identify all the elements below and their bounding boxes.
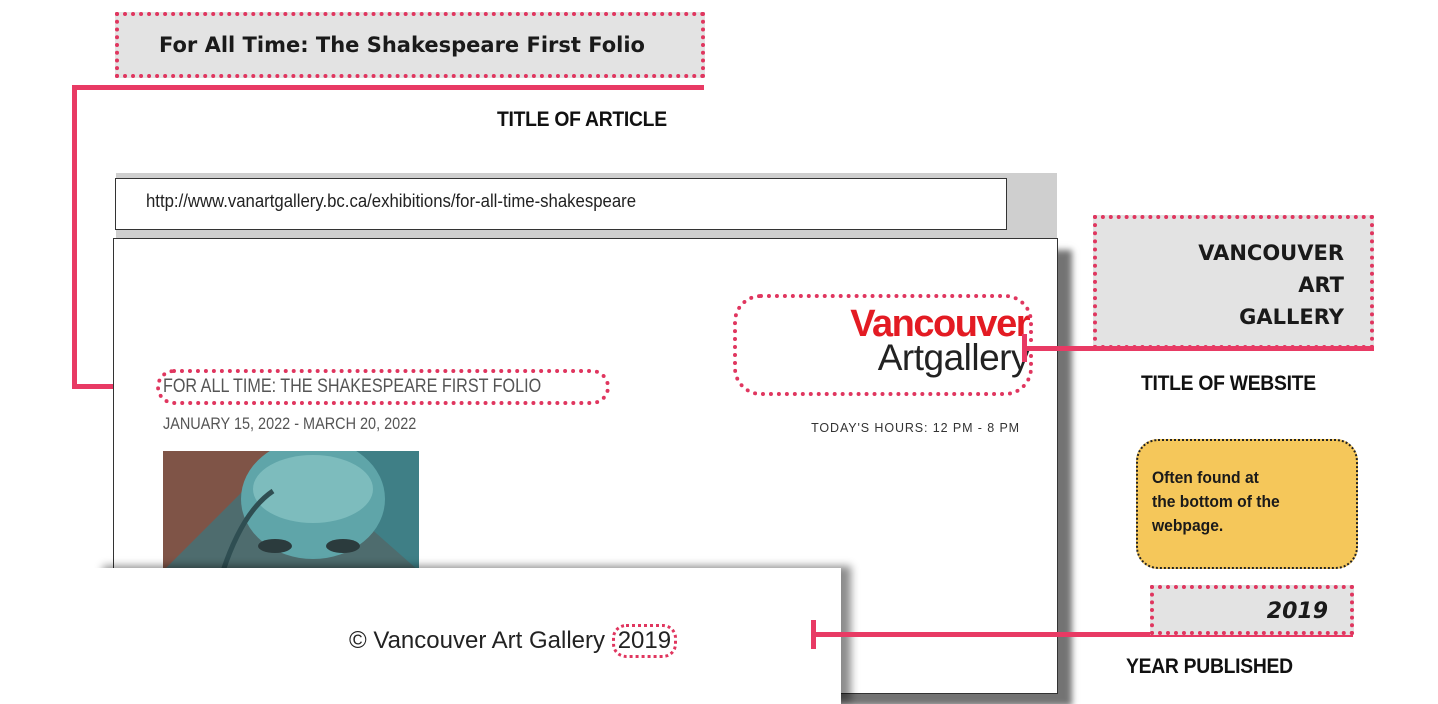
footer-year: 2019 (611, 624, 678, 658)
website-callout-line-2: ART (1298, 273, 1344, 297)
address-bar-url: http://www.vanartgallery.bc.ca/exhibitio… (146, 191, 637, 211)
webpage-footer: © Vancouver Art Gallery 2019 (93, 568, 841, 704)
website-connector-line (1022, 346, 1374, 351)
article-connector-top (72, 85, 704, 90)
note-text: Often found at the bottom of the webpage… (1152, 468, 1280, 535)
note-bubble: Often found at the bottom of the webpage… (1136, 439, 1358, 569)
article-title-highlight (156, 369, 610, 405)
year-callout-text: 2019 (1266, 599, 1328, 624)
shakespeare-portrait-image (163, 451, 419, 571)
address-bar[interactable]: http://www.vanartgallery.bc.ca/exhibitio… (115, 178, 1007, 230)
article-title-callout-text: For All Time: The Shakespeare First Foli… (159, 33, 645, 57)
website-title-callout-text: VANCOUVER ART GALLERY (1198, 237, 1344, 333)
year-caption: YEAR PUBLISHED (1126, 655, 1293, 678)
article-title-callout: For All Time: The Shakespeare First Foli… (115, 12, 705, 78)
year-callout: 2019 (1150, 585, 1354, 635)
exhibition-dates: JANUARY 15, 2022 - MARCH 20, 2022 (163, 414, 417, 433)
article-connector-vertical (72, 85, 77, 389)
website-callout-line-3: GALLERY (1239, 305, 1344, 329)
footer-copyright-text: © Vancouver Art Gallery (349, 627, 606, 654)
website-connector-cap (1022, 334, 1027, 362)
website-title-callout: VANCOUVER ART GALLERY (1093, 215, 1374, 349)
logo-highlight (733, 294, 1033, 396)
gallery-hours: TODAY'S HOURS: 12 PM - 8 PM (811, 421, 1020, 435)
website-callout-line-1: VANCOUVER (1198, 241, 1344, 265)
footer-copyright-line: © Vancouver Art Gallery 2019 (349, 624, 678, 658)
website-caption: TITLE OF WEBSITE (1141, 372, 1316, 395)
article-caption: TITLE OF ARTICLE (497, 108, 667, 131)
